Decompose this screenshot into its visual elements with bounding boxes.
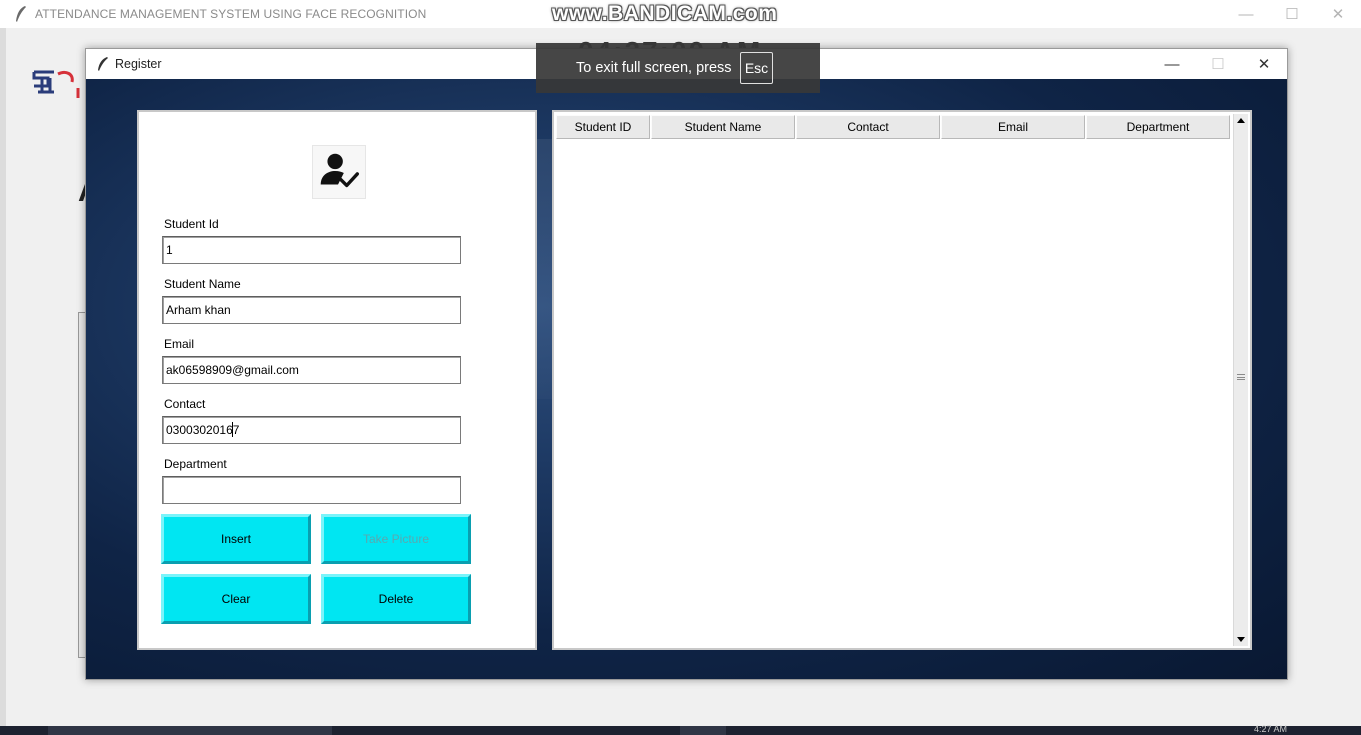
- table-vertical-scrollbar[interactable]: [1233, 114, 1248, 646]
- fullscreen-exit-toast: To exit full screen, press Esc: [536, 43, 820, 93]
- table-header: Student ID Student Name Contact Email De…: [556, 115, 1231, 139]
- register-background: Student Id Student Name Email Contact De…: [86, 79, 1287, 679]
- tk-feather-icon: [98, 57, 108, 71]
- main-close-button[interactable]: ✕: [1315, 0, 1361, 28]
- register-window: Register — ☐ ✕ Student Id Student Name E…: [85, 48, 1288, 680]
- student-id-input[interactable]: [162, 236, 461, 264]
- recorder-watermark: www.BANDICAM.com: [552, 2, 778, 25]
- contact-input[interactable]: [162, 416, 461, 444]
- app-logo-icon: [32, 70, 80, 98]
- department-label: Department: [164, 457, 227, 471]
- text-caret: [232, 422, 233, 437]
- register-maximize-button[interactable]: ☐: [1195, 49, 1241, 79]
- student-name-label: Student Name: [164, 277, 241, 291]
- scroll-up-arrow-icon[interactable]: [1237, 118, 1245, 123]
- email-label: Email: [164, 337, 195, 351]
- fullscreen-toast-text: To exit full screen, press: [576, 60, 732, 76]
- taskbar-app-icon[interactable]: [680, 726, 726, 735]
- student-form-panel: Student Id Student Name Email Contact De…: [137, 110, 537, 650]
- take-picture-button[interactable]: Take Picture: [321, 514, 471, 564]
- student-name-input[interactable]: [162, 296, 461, 324]
- column-header-contact[interactable]: Contact: [796, 115, 940, 139]
- email-input[interactable]: [162, 356, 461, 384]
- insert-button[interactable]: Insert: [161, 514, 311, 564]
- taskbar-search-box[interactable]: [48, 726, 332, 735]
- column-header-student-id[interactable]: Student ID: [556, 115, 650, 139]
- tk-feather-icon: [16, 6, 26, 22]
- scroll-grip-icon[interactable]: [1237, 374, 1245, 380]
- student-id-label: Student Id: [164, 217, 219, 231]
- register-close-button[interactable]: ✕: [1241, 49, 1287, 79]
- taskbar-clock[interactable]: 4:27 AM: [1254, 724, 1287, 734]
- student-table-panel[interactable]: Student ID Student Name Contact Email De…: [552, 110, 1252, 650]
- main-minimize-button[interactable]: —: [1223, 0, 1269, 28]
- register-minimize-button[interactable]: —: [1149, 49, 1195, 79]
- user-check-icon: [312, 145, 366, 199]
- esc-key-badge: Esc: [740, 52, 773, 84]
- windows-taskbar: 4:27 AM: [0, 724, 1361, 735]
- column-header-student-name[interactable]: Student Name: [651, 115, 795, 139]
- main-window-edge: [0, 28, 6, 735]
- department-input[interactable]: [162, 476, 461, 504]
- main-window-title: ATTENDANCE MANAGEMENT SYSTEM USING FACE …: [35, 7, 427, 21]
- scroll-down-arrow-icon[interactable]: [1237, 637, 1245, 642]
- column-header-department[interactable]: Department: [1086, 115, 1230, 139]
- register-window-title: Register: [115, 57, 162, 71]
- column-header-email[interactable]: Email: [941, 115, 1085, 139]
- contact-label: Contact: [164, 397, 206, 411]
- clear-button[interactable]: Clear: [161, 574, 311, 624]
- main-maximize-button[interactable]: ☐: [1269, 0, 1315, 28]
- delete-button[interactable]: Delete: [321, 574, 471, 624]
